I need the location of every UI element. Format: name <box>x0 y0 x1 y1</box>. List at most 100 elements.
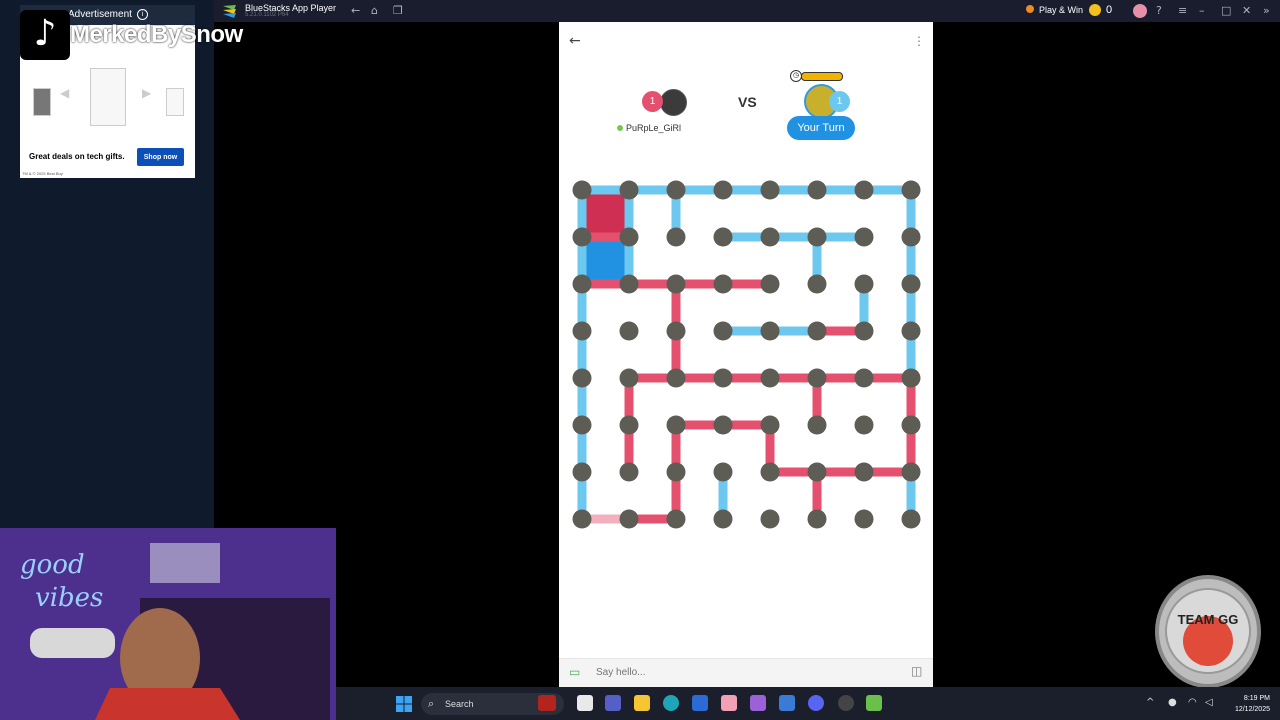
board-dot[interactable] <box>666 180 686 200</box>
board-dot[interactable] <box>760 227 780 247</box>
discord-icon[interactable] <box>808 695 824 711</box>
menu-icon[interactable]: ≡ <box>1178 4 1187 17</box>
board-dot[interactable] <box>901 509 921 529</box>
board-dot[interactable] <box>619 415 639 435</box>
board-dot[interactable] <box>901 227 921 247</box>
obs-icon[interactable] <box>838 695 854 711</box>
search-icon[interactable]: ⌕ <box>428 697 434 711</box>
teams-icon[interactable] <box>605 695 621 711</box>
board-dot[interactable] <box>760 321 780 341</box>
board-dot[interactable] <box>760 415 780 435</box>
carousel-prev-icon[interactable]: ◀ <box>60 86 69 100</box>
board-dot[interactable] <box>854 180 874 200</box>
chat-icon[interactable]: ▭ <box>569 665 580 679</box>
back-arrow-icon[interactable]: ← <box>569 33 581 49</box>
shop-now-button[interactable]: Shop now <box>137 148 184 166</box>
board-dot[interactable] <box>713 180 733 200</box>
board-dot[interactable] <box>854 321 874 341</box>
board-dot[interactable] <box>760 368 780 388</box>
board-dot[interactable] <box>713 321 733 341</box>
board-dot[interactable] <box>854 509 874 529</box>
board-dot[interactable] <box>760 180 780 200</box>
board-dot[interactable] <box>713 415 733 435</box>
recent-apps-icon[interactable]: ❐ <box>393 4 403 17</box>
close-icon[interactable]: ✕ <box>1242 4 1251 17</box>
board-dot[interactable] <box>619 509 639 529</box>
taskbar-search-label[interactable]: Search <box>445 699 474 709</box>
board-dot[interactable] <box>854 415 874 435</box>
board-dot[interactable] <box>854 274 874 294</box>
board-dot[interactable] <box>619 462 639 482</box>
game-app-icon[interactable] <box>779 695 795 711</box>
tray-chevron-icon[interactable]: ^ <box>1146 697 1154 708</box>
board-dot[interactable] <box>713 462 733 482</box>
profile-avatar[interactable] <box>1133 4 1147 18</box>
board-dot[interactable] <box>760 462 780 482</box>
volume-icon[interactable]: ◁ <box>1205 697 1213 708</box>
board-dot[interactable] <box>572 180 592 200</box>
board-dot[interactable] <box>666 227 686 247</box>
board-dot[interactable] <box>572 462 592 482</box>
board-dot[interactable] <box>807 509 827 529</box>
wifi-icon[interactable]: ◠ <box>1188 697 1197 708</box>
board-dot[interactable] <box>619 321 639 341</box>
back-icon[interactable]: ← <box>351 4 360 17</box>
board-dot[interactable] <box>619 274 639 294</box>
product-image[interactable] <box>90 68 126 126</box>
board-dot[interactable] <box>807 227 827 247</box>
board-dot[interactable] <box>901 180 921 200</box>
board-dot[interactable] <box>854 462 874 482</box>
play-win-icon[interactable] <box>1026 5 1034 13</box>
board-dot[interactable] <box>807 321 827 341</box>
board-dot[interactable] <box>572 321 592 341</box>
board-dot[interactable] <box>619 180 639 200</box>
play-win-label[interactable]: Play & Win <box>1039 5 1083 15</box>
board-dot[interactable] <box>713 227 733 247</box>
board-dot[interactable] <box>807 368 827 388</box>
help-icon[interactable]: ? <box>1156 4 1162 17</box>
carousel-next-icon[interactable]: ▶ <box>142 86 151 100</box>
board-dot[interactable] <box>572 415 592 435</box>
more-options-icon[interactable]: ⋮ <box>913 34 925 48</box>
board-dot[interactable] <box>713 274 733 294</box>
board-dot[interactable] <box>619 227 639 247</box>
task-view-icon[interactable] <box>577 695 593 711</box>
board-dot[interactable] <box>572 227 592 247</box>
board-dot[interactable] <box>666 462 686 482</box>
board-dot[interactable] <box>807 274 827 294</box>
file-explorer-icon[interactable] <box>634 695 650 711</box>
board-dot[interactable] <box>854 368 874 388</box>
board-dot[interactable] <box>760 274 780 294</box>
board-dot[interactable] <box>807 462 827 482</box>
bluestacks-taskbar-icon[interactable] <box>866 695 882 711</box>
board-dot[interactable] <box>901 321 921 341</box>
store-icon[interactable] <box>692 695 708 711</box>
board-dot[interactable] <box>666 321 686 341</box>
board-dot[interactable] <box>713 509 733 529</box>
expand-icon[interactable]: » <box>1263 4 1270 17</box>
game-board[interactable] <box>559 170 933 540</box>
board-dot[interactable] <box>619 368 639 388</box>
board-dot[interactable] <box>713 368 733 388</box>
board-dot[interactable] <box>572 368 592 388</box>
edge-icon[interactable] <box>663 695 679 711</box>
sticker-icon[interactable]: ◫ <box>911 664 922 678</box>
board-dot[interactable] <box>807 415 827 435</box>
board-dot[interactable] <box>666 274 686 294</box>
player1-avatar[interactable] <box>660 89 687 116</box>
board-dot[interactable] <box>901 274 921 294</box>
board-dot[interactable] <box>666 368 686 388</box>
board-dot[interactable] <box>807 180 827 200</box>
board-dot[interactable] <box>572 274 592 294</box>
board-dot[interactable] <box>901 368 921 388</box>
home-icon[interactable]: ⌂ <box>371 4 378 17</box>
board-dot[interactable] <box>760 509 780 529</box>
taskbar-clock[interactable]: 8:19 PM 12/12/2025 <box>1226 693 1270 715</box>
board-dot[interactable] <box>666 415 686 435</box>
board-dot[interactable] <box>666 509 686 529</box>
minimize-icon[interactable]: – <box>1199 4 1205 17</box>
app-icon[interactable] <box>721 695 737 711</box>
start-icon[interactable] <box>396 696 412 712</box>
microphone-icon[interactable]: ● <box>1168 697 1177 708</box>
copilot-icon[interactable] <box>750 695 766 711</box>
